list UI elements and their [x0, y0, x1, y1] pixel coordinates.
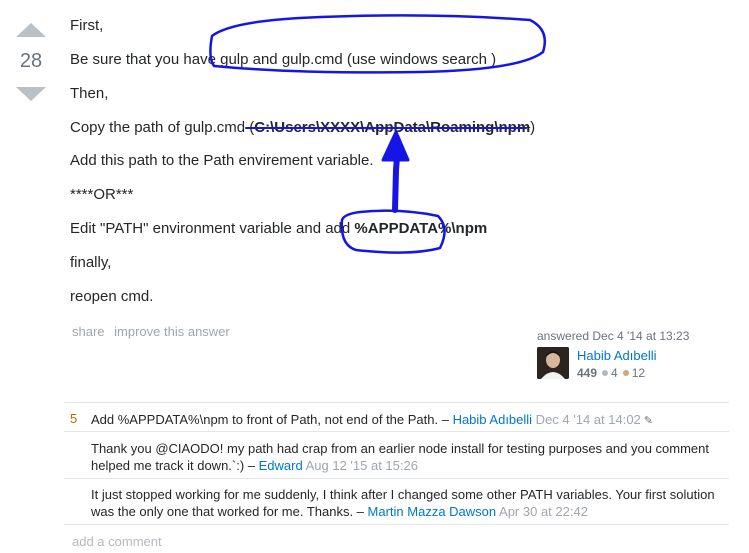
reputation: 449	[577, 366, 598, 380]
downvote-icon[interactable]	[16, 87, 46, 101]
bronze-badge-icon	[622, 370, 629, 376]
vote-count: 28	[19, 50, 43, 72]
comment-user-link[interactable]: Martin Mazza Dawson	[368, 504, 497, 519]
pencil-icon: ✎	[643, 415, 654, 427]
line-then: Then,	[70, 85, 109, 102]
comment-user-link[interactable]: Habib Adıbelli	[453, 412, 533, 427]
edit-prefix: Edit "PATH" environment variable and add	[70, 220, 355, 237]
comment-divider	[64, 478, 729, 479]
line-first: First,	[70, 17, 104, 34]
line-finally: finally,	[70, 254, 112, 271]
comment-2: Thank you @CIAODO! my path had crap from…	[91, 440, 731, 474]
comment-date[interactable]: Dec 4 '14 at 14:02	[532, 412, 641, 427]
comment-score: 5	[70, 411, 78, 426]
annotation-arrow-shaft	[392, 142, 401, 213]
comment-divider	[64, 402, 729, 403]
line-reopen: reopen cmd.	[70, 288, 154, 305]
line-edit-path: Edit "PATH" environment variable and add…	[70, 219, 487, 239]
answered-timestamp: answered Dec 4 '14 at 13:23	[537, 329, 690, 343]
improve-answer-link[interactable]: improve this answer	[114, 324, 230, 339]
silver-badge-icon	[602, 370, 609, 376]
copy-prefix: Copy the path of gulp.cmd (	[70, 119, 255, 136]
comment-date[interactable]: Aug 12 '15 at 15:26	[303, 458, 418, 473]
comment-3: It just stopped working for me suddenly,…	[91, 486, 731, 520]
line-or: ****OR***	[70, 186, 134, 203]
avatar-image	[537, 347, 569, 379]
upvote-icon[interactable]	[16, 23, 46, 37]
user-name-link[interactable]: Habib Adıbelli	[577, 348, 657, 363]
bronze-count: 12	[631, 366, 646, 380]
silver-count: 4	[611, 366, 618, 380]
user-stats: 449 4 12	[577, 366, 645, 380]
line-add-path: Add this path to the Path envirement var…	[70, 152, 374, 169]
line-be-sure: Be sure that you have gulp and gulp.cmd …	[70, 51, 497, 68]
comment-1: Add %APPDATA%\npm to front of Path, not …	[91, 411, 731, 430]
comment-text: Add %APPDATA%\npm to front of Path, not …	[91, 412, 453, 427]
line-copy-path: Copy the path of gulp.cmd (C:\Users\XXXX…	[70, 118, 535, 138]
copy-path-code: C:\Users\XXXX\AppData\Roaming\npm	[254, 119, 531, 136]
share-link[interactable]: share	[72, 324, 105, 339]
post-menu: share improve this answer	[72, 324, 236, 339]
edit-value-code: %APPDATA%\npm	[354, 220, 488, 237]
copy-suffix: )	[530, 119, 536, 136]
comment-user-link[interactable]: Edward	[259, 458, 303, 473]
comment-divider	[64, 431, 729, 432]
comment-date[interactable]: Apr 30 at 22:42	[496, 504, 588, 519]
avatar[interactable]	[537, 347, 569, 379]
comment-divider	[64, 524, 729, 525]
add-comment-link[interactable]: add a comment	[72, 534, 162, 549]
